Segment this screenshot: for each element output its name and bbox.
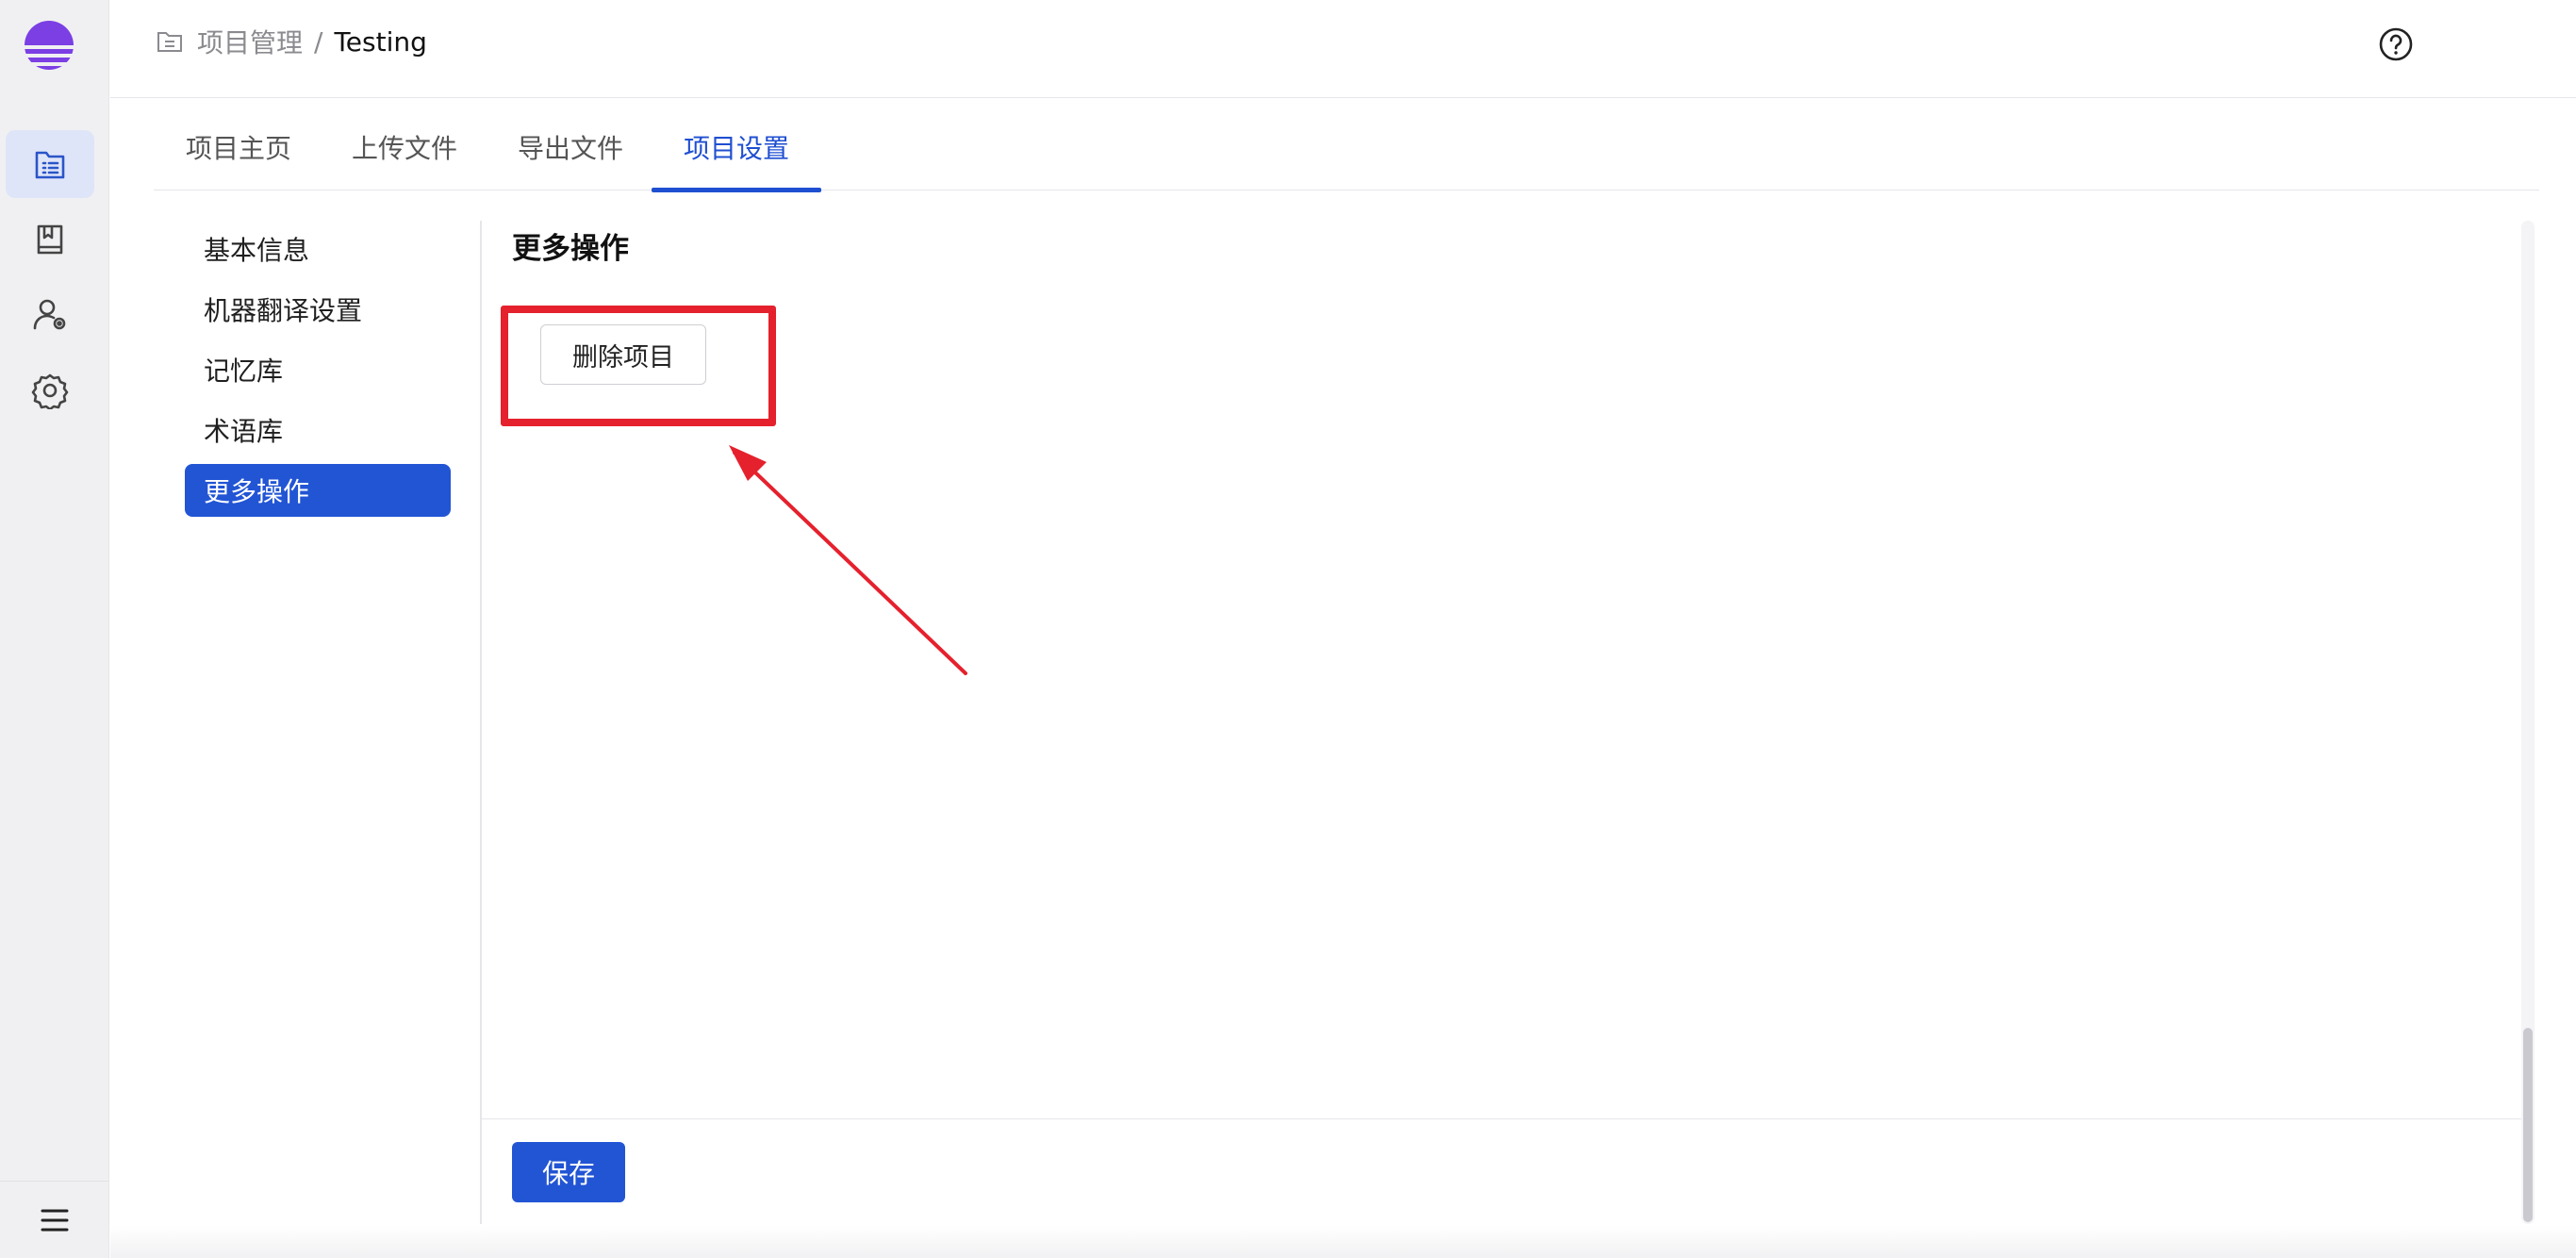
- tab-export-files[interactable]: 导出文件: [486, 115, 655, 190]
- rail-projects[interactable]: [6, 130, 94, 198]
- menu-item-basic-info[interactable]: 基本信息: [185, 223, 451, 275]
- annotation-highlight-box: [501, 306, 776, 426]
- gear-icon: [31, 373, 69, 409]
- book-icon: [37, 224, 63, 255]
- settings-content: 更多操作 删除项目 保存: [482, 221, 2523, 1224]
- breadcrumb-root[interactable]: 项目管理: [197, 23, 303, 60]
- menu-item-more-actions[interactable]: 更多操作: [185, 464, 451, 517]
- tab-upload-files[interactable]: 上传文件: [320, 115, 489, 190]
- left-rail: [0, 0, 109, 1258]
- breadcrumb-separator: /: [314, 25, 323, 58]
- menu-icon: [41, 1209, 69, 1231]
- menu-item-translation-memory[interactable]: 记忆库: [185, 343, 451, 396]
- rail-members[interactable]: [6, 281, 94, 349]
- top-header: 项目管理 / Testing: [110, 0, 2576, 98]
- list-document-icon: [35, 151, 65, 179]
- breadcrumb: 项目管理 / Testing: [156, 23, 427, 60]
- menu-item-termbase[interactable]: 术语库: [185, 404, 451, 456]
- section-title: 更多操作: [512, 232, 629, 266]
- tab-project-settings[interactable]: 项目设置: [652, 115, 822, 192]
- breadcrumb-current: Testing: [334, 25, 427, 58]
- rail-library[interactable]: [6, 206, 94, 273]
- menu-item-machine-translation[interactable]: 机器翻译设置: [185, 283, 451, 336]
- help-icon[interactable]: [2378, 26, 2414, 62]
- folder-icon: [157, 32, 182, 52]
- tab-project-home[interactable]: 项目主页: [154, 115, 323, 190]
- project-tabs: 项目主页 上传文件 导出文件 项目设置: [154, 115, 2539, 192]
- user-settings-icon: [33, 299, 66, 330]
- footer-divider: [482, 1118, 2523, 1119]
- annotation-arrow-icon: [729, 445, 967, 675]
- scrollbar-thumb[interactable]: [2523, 1028, 2533, 1222]
- app-window: 项目管理 / Testing 项目主页 上传文件 导出文件 项目设置 基本信息: [0, 0, 2576, 1258]
- app-logo-icon[interactable]: [23, 17, 75, 77]
- rail-settings[interactable]: [6, 356, 94, 424]
- settings-menu: 基本信息 机器翻译设置 记忆库 术语库 更多操作: [185, 223, 451, 524]
- save-button[interactable]: 保存: [512, 1142, 625, 1202]
- rail-collapse[interactable]: [0, 1181, 109, 1258]
- bottom-shade: [110, 1226, 2576, 1258]
